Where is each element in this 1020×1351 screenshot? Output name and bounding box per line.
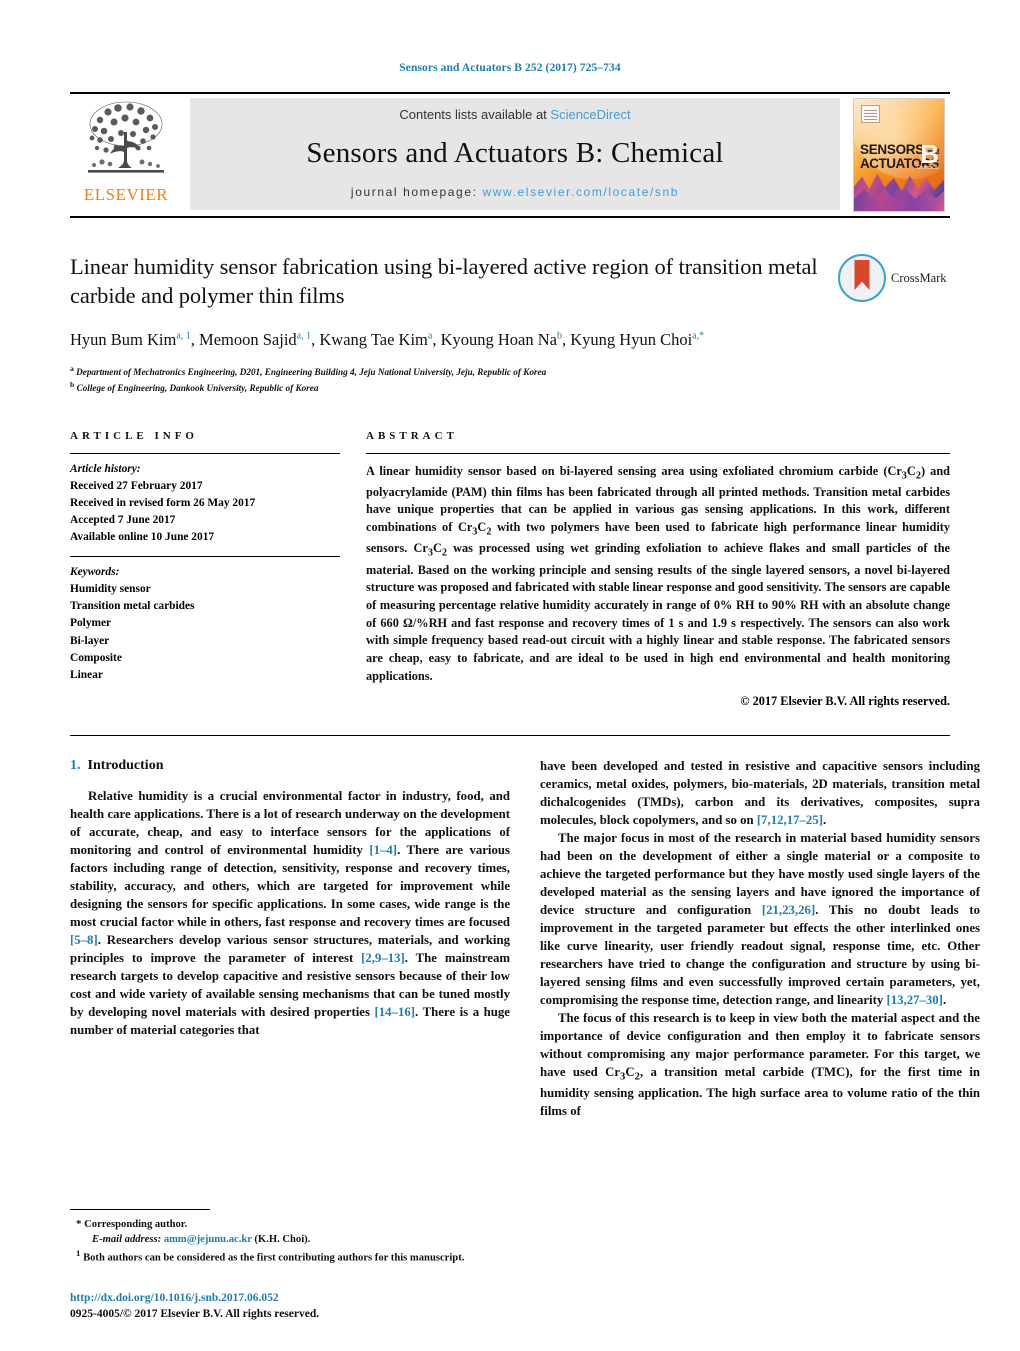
keyword-item: Polymer bbox=[70, 617, 112, 630]
history-item: Received 27 February 2017 bbox=[70, 479, 203, 492]
abstract-text: A linear humidity sensor based on bi-lay… bbox=[366, 463, 951, 683]
keyword-item: Linear bbox=[70, 668, 103, 681]
journal-cover-image: SENSORS and ACTUATORS B Chemical bbox=[853, 98, 945, 212]
journal-title: Sensors and Actuators B: Chemical bbox=[306, 137, 724, 169]
crossmark-badge[interactable]: CrossMark bbox=[838, 254, 950, 302]
journal-article-page: Sensors and Actuators B 252 (2017) 725–7… bbox=[0, 0, 1020, 1351]
keyword-item: Bi-layer bbox=[70, 634, 110, 647]
body-paragraph: The major focus in most of the research … bbox=[540, 831, 980, 1008]
contents-prefix: Contents lists available at bbox=[399, 107, 551, 122]
sciencedirect-link[interactable]: ScienceDirect bbox=[550, 107, 630, 122]
body-paragraph: Relative humidity is a crucial environme… bbox=[70, 789, 510, 1038]
doi-link[interactable]: http://dx.doi.org/10.1016/j.snb.2017.06.… bbox=[70, 1290, 570, 1307]
body-paragraph: have been developed and tested in resist… bbox=[540, 759, 980, 828]
article-info-heading: ARTICLE INFO bbox=[70, 430, 340, 442]
body-right-column: have been developed and tested in resist… bbox=[540, 758, 980, 1218]
body-paragraph: The focus of this research is to keep in… bbox=[540, 1011, 981, 1119]
journal-cover: SENSORS and ACTUATORS B Chemical bbox=[848, 94, 950, 216]
article-info-column: ARTICLE INFO Article history: Received 2… bbox=[70, 430, 340, 710]
section-number: 1. bbox=[70, 758, 81, 774]
footnote-rule bbox=[70, 1208, 210, 1210]
running-head: Sensors and Actuators B 252 (2017) 725–7… bbox=[399, 62, 621, 74]
corresponding-email-link[interactable]: amm@jejunu.ac.kr bbox=[164, 1234, 252, 1245]
footnote-email-line: E-mail address: amm@jejunu.ac.kr (K.H. C… bbox=[70, 1232, 510, 1247]
journal-homepage-link[interactable]: www.elsevier.com/locate/snb bbox=[482, 185, 679, 199]
keyword-item: Humidity sensor bbox=[70, 583, 151, 596]
footnote-corresponding-author: * Corresponding author. bbox=[76, 1217, 188, 1230]
section-title-text: Introduction bbox=[87, 758, 164, 774]
abstract-column: ABSTRACT A linear humidity sensor based … bbox=[366, 430, 950, 710]
email-label: E-mail address: bbox=[92, 1234, 162, 1246]
crossmark-label: CrossMark bbox=[891, 270, 947, 285]
footnote-equal-contribution: 1 Both authors can be considered as the … bbox=[76, 1248, 465, 1264]
cover-elsevier-mark bbox=[861, 105, 880, 123]
crossmark-ribbon-icon bbox=[854, 260, 870, 290]
cover-series-subtitle: Chemical bbox=[916, 165, 939, 171]
history-item: Available online 10 June 2017 bbox=[70, 530, 215, 543]
affiliations: a Department of Mechatronics Engineering… bbox=[70, 363, 830, 396]
article-history-label: Article history: bbox=[70, 462, 141, 475]
keywords-group: Keywords: Humidity sensor Transition met… bbox=[70, 557, 340, 694]
masthead-bottom-rule bbox=[70, 216, 950, 218]
body-columns: 1. Introduction Relative humidity is a c… bbox=[70, 758, 980, 1218]
issn-copyright-line: 0925-4005/© 2017 Elsevier B.V. All right… bbox=[70, 1308, 320, 1321]
elsevier-tree-icon bbox=[80, 98, 172, 184]
bottom-metadata: http://dx.doi.org/10.1016/j.snb.2017.06.… bbox=[70, 1290, 570, 1323]
section-heading-introduction: 1. Introduction bbox=[70, 758, 510, 774]
title-block: CrossMark Linear humidity sensor fabrica… bbox=[70, 252, 950, 396]
abstract-copyright: © 2017 Elsevier B.V. All rights reserved… bbox=[740, 694, 950, 709]
page-title: Linear humidity sensor fabrication using… bbox=[70, 254, 818, 309]
abstract-heading: ABSTRACT bbox=[366, 430, 950, 442]
cover-line1: SENSORS bbox=[860, 142, 924, 157]
article-info-heading-text: ARTICLE INFO bbox=[70, 429, 198, 442]
journal-masthead: ELSEVIER Contents lists available at Sci… bbox=[70, 92, 950, 216]
history-item: Accepted 7 June 2017 bbox=[70, 513, 176, 526]
email-suffix: (K.H. Choi). bbox=[254, 1234, 311, 1246]
history-item: Received in revised form 26 May 2017 bbox=[70, 496, 256, 509]
keywords-label: Keywords: bbox=[70, 566, 120, 579]
crossmark-icon bbox=[838, 254, 886, 302]
author-list: Hyun Bum Kima, 1, Memoon Sajida, 1, Kwan… bbox=[70, 329, 705, 349]
body-separator-rule bbox=[70, 735, 950, 737]
body-left-column: 1. Introduction Relative humidity is a c… bbox=[70, 758, 510, 1218]
contents-available-line: Contents lists available at ScienceDirec… bbox=[399, 107, 630, 122]
elsevier-logo: ELSEVIER bbox=[70, 94, 182, 216]
keyword-item: Transition metal carbides bbox=[70, 600, 195, 613]
info-abstract-row: ARTICLE INFO Article history: Received 2… bbox=[70, 430, 950, 710]
affiliation-b: b College of Engineering, Dankook Univer… bbox=[70, 380, 319, 394]
journal-homepage-line: journal homepage: www.elsevier.com/locat… bbox=[351, 185, 679, 199]
abstract-heading-text: ABSTRACT bbox=[366, 429, 458, 442]
masthead-center: Contents lists available at ScienceDirec… bbox=[190, 98, 840, 210]
keyword-item: Composite bbox=[70, 651, 122, 664]
affiliation-a-text: Department of Mechatronics Engineering, … bbox=[76, 366, 547, 377]
elsevier-wordmark: ELSEVIER bbox=[83, 185, 169, 204]
affiliation-a: a Department of Mechatronics Engineering… bbox=[70, 363, 547, 377]
cover-series-letter: B bbox=[920, 139, 939, 169]
article-history-group: Article history: Received 27 February 20… bbox=[70, 454, 340, 557]
footnotes-block: * Corresponding author. E-mail address: … bbox=[70, 1208, 510, 1266]
affiliation-b-text: College of Engineering, Dankook Universi… bbox=[76, 383, 319, 394]
homepage-prefix: journal homepage: bbox=[350, 185, 483, 199]
